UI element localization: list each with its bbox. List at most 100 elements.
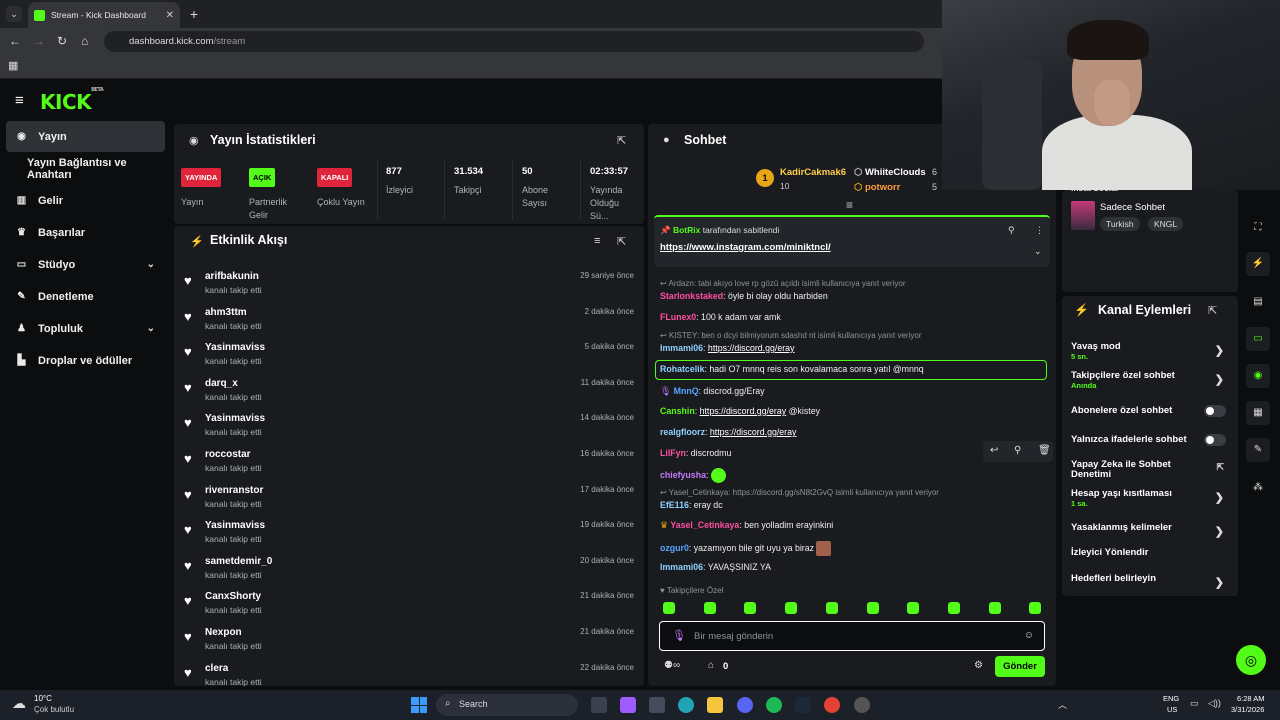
feed-username[interactable]: rivenranstor bbox=[205, 485, 263, 496]
wrench-rail-icon[interactable]: ✎ bbox=[1246, 438, 1270, 462]
more-options-icon[interactable]: ⋮ bbox=[1035, 225, 1044, 236]
home-icon[interactable]: ⌂ bbox=[81, 34, 88, 48]
category-thumbnail[interactable] bbox=[1071, 201, 1095, 230]
unpin-icon[interactable]: ⚲ bbox=[1008, 225, 1015, 236]
emote-icon[interactable] bbox=[1029, 602, 1042, 614]
chat-username[interactable]: Immami06 bbox=[660, 562, 703, 572]
chat-username[interactable]: MnnQ bbox=[674, 386, 699, 396]
gift-icon[interactable]: ⌂ bbox=[708, 660, 714, 671]
taskbar-search[interactable]: ⌕ Search bbox=[436, 694, 578, 716]
top-gifter-name[interactable]: KadirCakmak6 bbox=[780, 167, 846, 178]
weather-temp[interactable]: 10°C bbox=[34, 694, 52, 703]
sidebar-item-denetleme[interactable]: ✎ Denetleme bbox=[6, 281, 165, 312]
hamburger-menu-icon[interactable]: ≡ bbox=[15, 92, 24, 109]
chat-message[interactable]: Starlonkstaked: öyle bi olay oldu harbid… bbox=[660, 291, 828, 301]
chat-rail-icon[interactable]: ▭ bbox=[1246, 327, 1270, 351]
chat-input[interactable]: 🎙 Bir mesaj gönderin ☺ bbox=[659, 621, 1045, 651]
emoji-icon[interactable]: ☺ bbox=[1024, 630, 1034, 641]
feed-username[interactable]: Nexpon bbox=[205, 627, 242, 638]
url-input[interactable]: dashboard.kick.com/stream bbox=[104, 31, 924, 52]
chat-message[interactable]: realgfloorz: https://discord.gg/eray bbox=[660, 427, 796, 437]
sidebar-item-yayin[interactable]: ◉ Yayın bbox=[6, 121, 165, 152]
new-tab-button[interactable]: + bbox=[186, 6, 202, 22]
feed-username[interactable]: ahm3ttm bbox=[205, 307, 247, 318]
channel-action-item[interactable]: Hedefleri belirleyin ❯ bbox=[1071, 574, 1226, 590]
trash-icon[interactable]: 🗑 bbox=[1038, 445, 1051, 456]
feed-item[interactable]: ♥ sametdemir_0 kanalı takip etti 20 dakika … bbox=[184, 555, 636, 591]
sidebar-item-gelir[interactable]: ▥ Gelir bbox=[6, 185, 165, 216]
chat-message[interactable]: EfE116: eray dc bbox=[660, 500, 723, 510]
tag-chip[interactable]: Turkish bbox=[1100, 217, 1140, 231]
filter-icon[interactable]: ≡ bbox=[594, 235, 600, 247]
feed-item[interactable]: ♥ ahm3ttm kanalı takip etti 2 dakika önce bbox=[184, 306, 636, 342]
emote-icon[interactable] bbox=[825, 602, 838, 614]
feed-item[interactable]: ♥ Nexpon kanalı takip etti 21 dakika önce bbox=[184, 626, 636, 662]
fullscreen-icon[interactable]: ⛶ bbox=[1246, 216, 1270, 240]
emote-icon[interactable] bbox=[907, 602, 920, 614]
popout-icon[interactable]: ⇱ bbox=[617, 235, 626, 248]
chat-username[interactable]: Immami06 bbox=[660, 343, 703, 353]
channel-action-item[interactable]: Yapay Zeka ile Sohbet Denetimi ⇱ bbox=[1071, 460, 1226, 480]
layout-rail-icon[interactable]: ▦ bbox=[1246, 401, 1270, 425]
chat-username[interactable]: LilFyn bbox=[660, 448, 686, 458]
pin-icon[interactable]: ⚲ bbox=[1014, 445, 1021, 456]
toggle-switch[interactable] bbox=[1204, 434, 1226, 446]
chat-username[interactable]: FLunex0 bbox=[660, 312, 696, 322]
collapse-icon[interactable]: ≡ bbox=[846, 198, 853, 212]
chat-message[interactable]: chiefyusha: bbox=[660, 468, 726, 483]
sidebar-item-stream-key[interactable]: Yayın Bağlantısı ve Anahtarı bbox=[6, 153, 165, 184]
feed-item[interactable]: ♥ rivenranstor kanalı takip etti 17 dakika … bbox=[184, 484, 636, 520]
feed-username[interactable]: roccostar bbox=[205, 449, 251, 460]
feed-item[interactable]: ♥ roccostar kanalı takip etti 16 dakika önc… bbox=[184, 448, 636, 484]
back-icon[interactable]: ← bbox=[9, 34, 21, 48]
infinity-icon[interactable]: ⚉∞ bbox=[664, 660, 680, 671]
channel-action-item[interactable]: Takipçilere özel sohbet Anında ❯ bbox=[1071, 371, 1226, 391]
feed-username[interactable]: Yasinmaviss bbox=[205, 413, 265, 424]
feed-username[interactable]: clera bbox=[205, 663, 228, 674]
close-tab-icon[interactable]: ✕ bbox=[166, 10, 174, 21]
settings-gear-icon[interactable]: ⚙ bbox=[974, 660, 983, 671]
chat-username[interactable]: Canshin bbox=[660, 406, 695, 416]
feed-item[interactable]: ♥ arifbakunin kanalı takip etti 29 saniye ö… bbox=[184, 270, 636, 306]
bolt-rail-icon[interactable]: ⚡ bbox=[1246, 252, 1270, 276]
chat-username[interactable]: Yasel_Cetinkaya bbox=[670, 520, 739, 530]
help-support-icon[interactable]: ◎ bbox=[1236, 645, 1266, 675]
emote-icon[interactable] bbox=[988, 602, 1001, 614]
sidebar-item-topluluk[interactable]: ♟ Topluluk ⌄ bbox=[6, 313, 165, 344]
store-icon[interactable] bbox=[649, 697, 665, 713]
browser-tab[interactable]: Stream - Kick Dashboard ✕ bbox=[28, 2, 180, 28]
channel-action-item[interactable]: İzleyici Yönlendir bbox=[1071, 548, 1226, 558]
input-lang[interactable]: ENG bbox=[1163, 694, 1179, 703]
chat-message[interactable]: Immami06: YAVAŞSINIZ YA bbox=[660, 562, 771, 572]
broadcast-rail-icon[interactable]: ◉ bbox=[1246, 364, 1270, 388]
category-name[interactable]: Sadece Sohbet bbox=[1100, 202, 1165, 213]
copilot-icon[interactable] bbox=[620, 697, 636, 713]
chat-username[interactable]: realgfloorz bbox=[660, 427, 705, 437]
edge-icon[interactable] bbox=[678, 697, 694, 713]
chat-link[interactable]: https://discord.gg/eray bbox=[700, 406, 787, 416]
volume-icon[interactable]: ◁)) bbox=[1208, 698, 1221, 709]
discord-icon[interactable] bbox=[737, 697, 753, 713]
chat-username[interactable]: chiefyusha bbox=[660, 470, 706, 480]
reply-context[interactable]: ↩ Yasel_Cetinkaya: https://discord.gg/sN… bbox=[660, 488, 939, 497]
sidebar-item-droplar[interactable]: ▙ Droplar ve ödüller bbox=[6, 345, 165, 376]
chevron-down-icon[interactable]: ⌄ bbox=[1034, 246, 1042, 257]
feed-username[interactable]: darq_x bbox=[205, 378, 238, 389]
sidebar-item-basarilar[interactable]: ♛ Başarılar bbox=[6, 217, 165, 248]
notes-icon[interactable]: ▤ bbox=[1246, 290, 1270, 314]
channel-action-item[interactable]: Yalnızca ifadelerle sohbet bbox=[1071, 434, 1226, 446]
popout-icon[interactable]: ⇱ bbox=[1208, 304, 1217, 317]
feed-username[interactable]: sametdemir_0 bbox=[205, 556, 272, 567]
chat-username[interactable]: ozgur0 bbox=[660, 543, 689, 553]
reload-icon[interactable]: ↻ bbox=[57, 34, 67, 48]
chat-link[interactable]: https://discord.gg/eray bbox=[708, 343, 795, 353]
tray-chevron-icon[interactable]: ︿ bbox=[1058, 698, 1067, 711]
send-button[interactable]: Gönder bbox=[995, 656, 1045, 677]
feed-username[interactable]: Yasinmaviss bbox=[205, 520, 265, 531]
popout-icon[interactable]: ⇱ bbox=[617, 134, 626, 147]
top-gifter-2[interactable]: ⬡ WhiiteClouds bbox=[854, 167, 926, 178]
channel-action-item[interactable]: Yasaklanmış kelimeler ❯ bbox=[1071, 523, 1226, 539]
chat-message[interactable]: LilFyn: discrodmu bbox=[660, 448, 731, 458]
sidebar-item-studyo[interactable]: ▭ Stüdyo ⌄ bbox=[6, 249, 165, 280]
apps-rail-icon[interactable]: ⁂ bbox=[1246, 476, 1270, 500]
